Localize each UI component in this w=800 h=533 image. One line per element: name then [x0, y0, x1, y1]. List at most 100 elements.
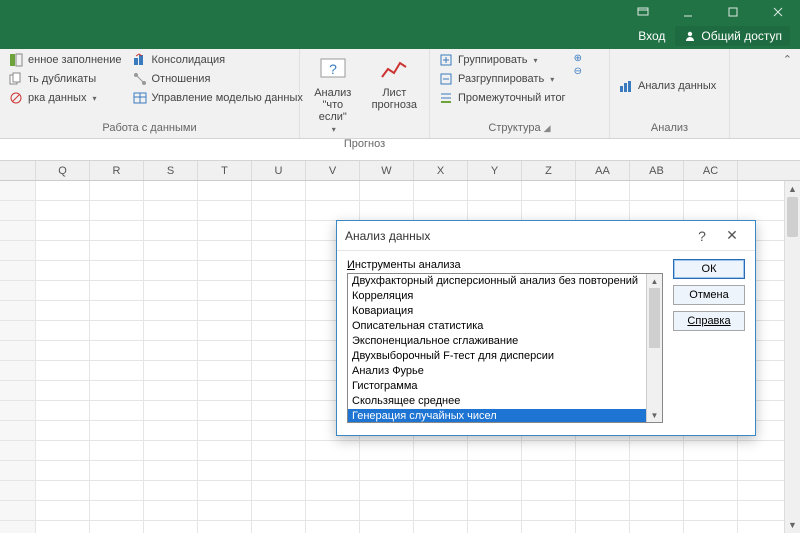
share-button[interactable]: Общий доступ — [675, 26, 790, 46]
cell[interactable] — [414, 521, 468, 533]
cell[interactable] — [576, 181, 630, 201]
cell[interactable] — [198, 381, 252, 401]
maximize-button[interactable] — [710, 0, 755, 23]
cell[interactable] — [468, 521, 522, 533]
cell[interactable] — [198, 181, 252, 201]
manage-data-model-button[interactable]: Управление моделью данных — [130, 89, 305, 107]
cell[interactable] — [144, 441, 198, 461]
cell[interactable] — [90, 501, 144, 521]
cell[interactable] — [144, 461, 198, 481]
cell[interactable] — [630, 181, 684, 201]
cell[interactable] — [360, 501, 414, 521]
cell[interactable] — [198, 201, 252, 221]
dialog-titlebar[interactable]: Анализ данных ? ✕ — [337, 221, 755, 251]
dialog-close-button[interactable]: ✕ — [717, 227, 747, 244]
cell[interactable] — [576, 521, 630, 533]
cell[interactable] — [90, 461, 144, 481]
cell[interactable] — [252, 521, 306, 533]
cell[interactable] — [306, 461, 360, 481]
listbox-item[interactable]: Анализ Фурье — [348, 364, 662, 379]
cell[interactable] — [360, 521, 414, 533]
cell[interactable] — [144, 421, 198, 441]
cell[interactable] — [144, 401, 198, 421]
cell[interactable] — [198, 261, 252, 281]
cell[interactable] — [36, 461, 90, 481]
cell[interactable] — [198, 341, 252, 361]
cell[interactable] — [576, 501, 630, 521]
column-header[interactable]: R — [90, 161, 144, 180]
cell[interactable] — [252, 401, 306, 421]
column-header[interactable]: T — [198, 161, 252, 180]
cell[interactable] — [360, 201, 414, 221]
cell[interactable] — [522, 481, 576, 501]
cell[interactable] — [198, 361, 252, 381]
help-button[interactable]: Справка — [673, 311, 745, 331]
cell[interactable] — [630, 201, 684, 221]
column-header[interactable]: U — [252, 161, 306, 180]
cell[interactable] — [684, 461, 738, 481]
minimize-button[interactable] — [665, 0, 710, 23]
listbox-item[interactable]: Двухфакторный дисперсионный анализ без п… — [348, 274, 662, 289]
cell[interactable] — [252, 381, 306, 401]
cell[interactable] — [36, 361, 90, 381]
ok-button[interactable]: ОК — [673, 259, 745, 279]
collapse-ribbon-button[interactable]: ⌃ — [783, 53, 792, 66]
cell[interactable] — [522, 521, 576, 533]
cell[interactable] — [90, 241, 144, 261]
column-header[interactable]: W — [360, 161, 414, 180]
listbox-scrollbar[interactable]: ▲ ▼ — [646, 274, 662, 422]
cell[interactable] — [90, 181, 144, 201]
cell[interactable] — [36, 201, 90, 221]
cell[interactable] — [414, 461, 468, 481]
cell[interactable] — [252, 241, 306, 261]
ribbon-options-button[interactable] — [620, 0, 665, 23]
cell[interactable] — [36, 281, 90, 301]
cell[interactable] — [144, 501, 198, 521]
scroll-down-arrow[interactable]: ▼ — [785, 517, 800, 533]
cell[interactable] — [576, 481, 630, 501]
cell[interactable] — [90, 441, 144, 461]
listbox-item[interactable]: Гистограмма — [348, 379, 662, 394]
column-header[interactable]: Q — [36, 161, 90, 180]
cell[interactable] — [468, 461, 522, 481]
listbox-item[interactable]: Двухвыборочный F-тест для дисперсии — [348, 349, 662, 364]
column-header[interactable]: V — [306, 161, 360, 180]
cell[interactable] — [468, 481, 522, 501]
close-window-button[interactable] — [755, 0, 800, 23]
cell[interactable] — [252, 181, 306, 201]
listbox-scroll-down[interactable]: ▼ — [647, 408, 662, 422]
cell[interactable] — [90, 281, 144, 301]
cell[interactable] — [90, 221, 144, 241]
cell[interactable] — [36, 341, 90, 361]
cell[interactable] — [306, 521, 360, 533]
cell[interactable] — [90, 481, 144, 501]
ungroup-rows-button[interactable]: Разгруппировать▾ — [436, 70, 568, 88]
data-validation-button[interactable]: рка данных▾ — [6, 89, 124, 107]
cell[interactable] — [36, 381, 90, 401]
cell[interactable] — [252, 501, 306, 521]
cell[interactable] — [522, 461, 576, 481]
cell[interactable] — [90, 401, 144, 421]
sign-in-link[interactable]: Вход — [638, 29, 665, 43]
remove-duplicates-button[interactable]: ть дубликаты — [6, 70, 124, 88]
cell[interactable] — [36, 241, 90, 261]
cell[interactable] — [144, 281, 198, 301]
cell[interactable] — [306, 181, 360, 201]
cell[interactable] — [252, 261, 306, 281]
cell[interactable] — [684, 181, 738, 201]
cell[interactable] — [252, 281, 306, 301]
cell[interactable] — [90, 381, 144, 401]
listbox-item[interactable]: Ковариация — [348, 304, 662, 319]
cell[interactable] — [522, 201, 576, 221]
cell[interactable] — [414, 481, 468, 501]
cell[interactable] — [684, 501, 738, 521]
cell[interactable] — [252, 481, 306, 501]
cell[interactable] — [144, 221, 198, 241]
listbox-item[interactable]: Корреляция — [348, 289, 662, 304]
cell[interactable] — [198, 421, 252, 441]
column-header[interactable]: AB — [630, 161, 684, 180]
cell[interactable] — [630, 501, 684, 521]
cell[interactable] — [90, 201, 144, 221]
cell[interactable] — [90, 321, 144, 341]
column-header[interactable]: AC — [684, 161, 738, 180]
